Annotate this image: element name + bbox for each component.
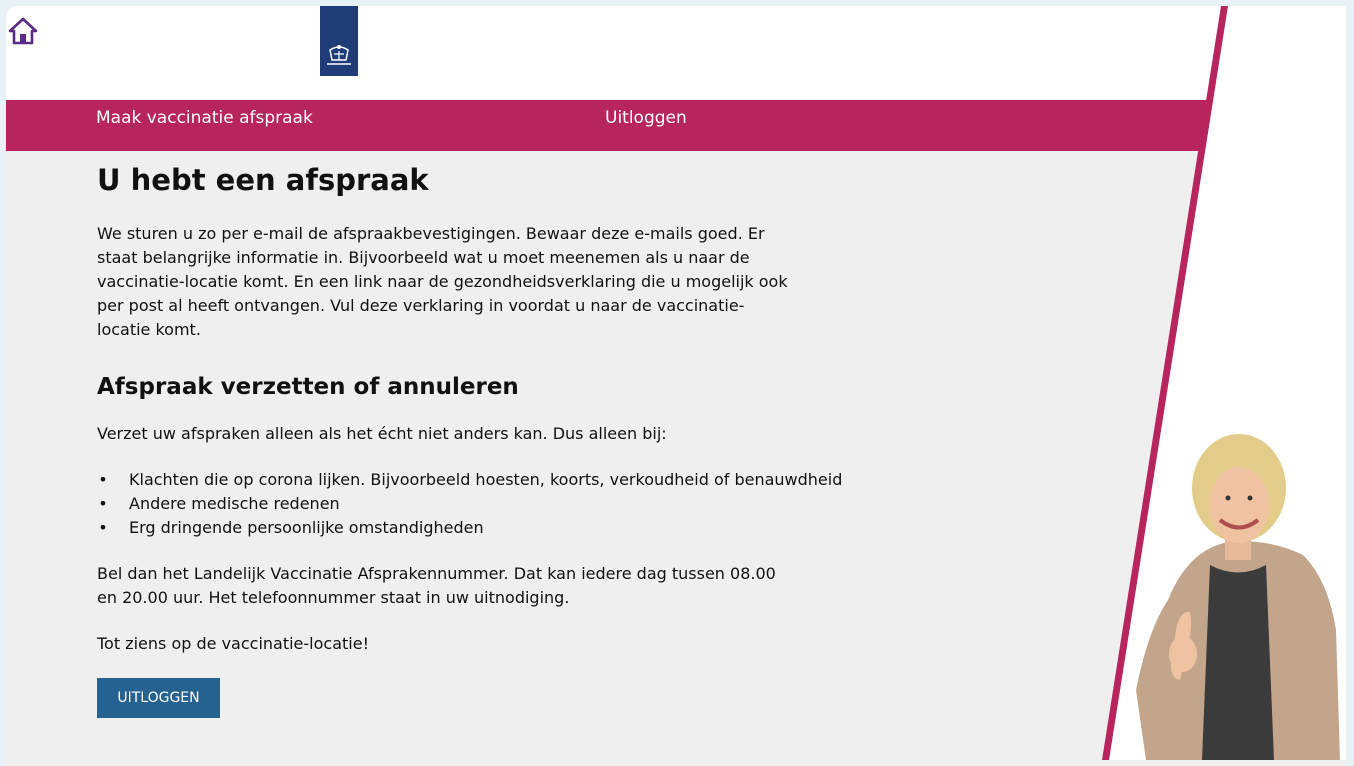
- woman-portrait: [1136, 434, 1340, 760]
